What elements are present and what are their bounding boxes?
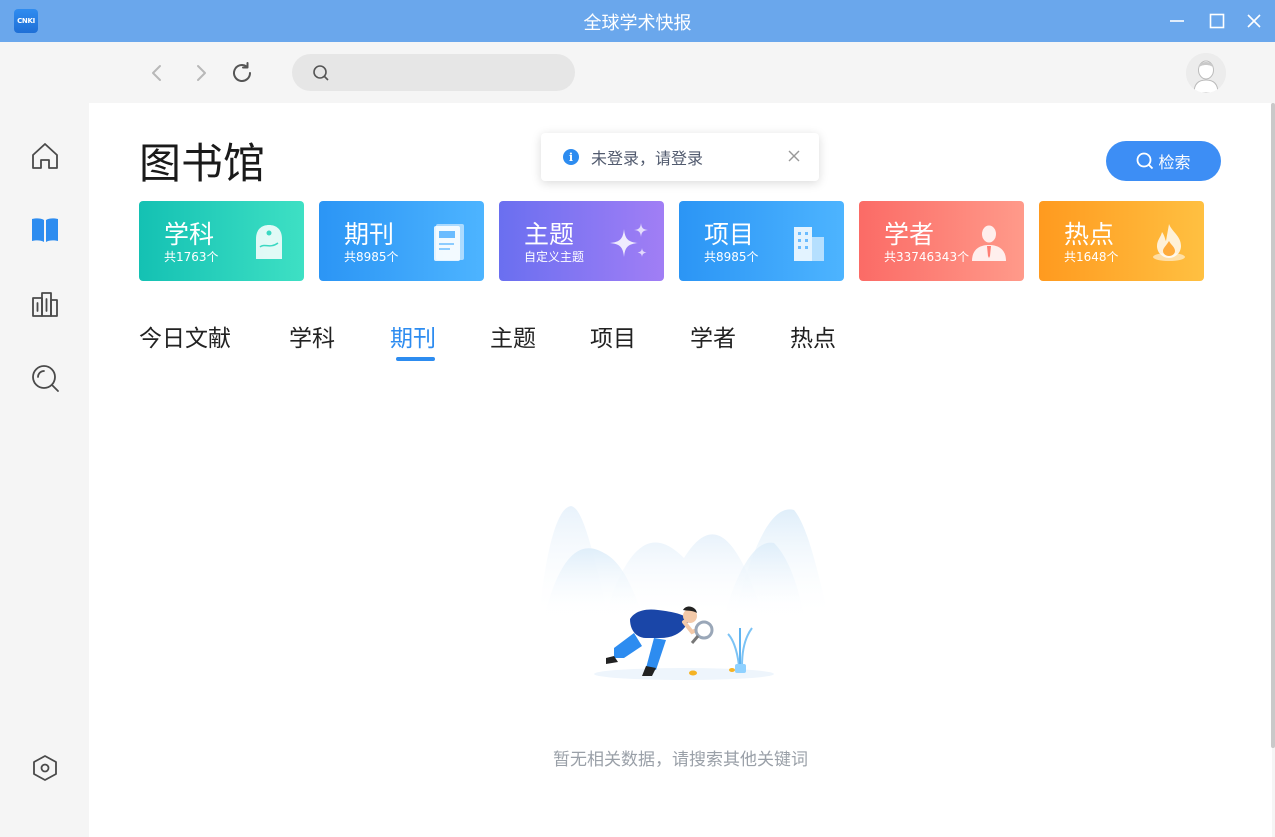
card-project[interactable]: 项目 共8985个 — [679, 201, 844, 281]
maximize-icon — [1209, 13, 1225, 29]
main-panel: 图书馆 i 未登录，请登录 检索 学科 共1763个 期刊 共8985个 主题 … — [89, 103, 1272, 837]
maximize-button[interactable] — [1204, 8, 1230, 34]
search-icon — [32, 365, 59, 392]
scholar-person-icon — [972, 225, 1006, 261]
card-journal[interactable]: 期刊 共8985个 — [319, 201, 484, 281]
card-count: 共33746343个 — [884, 250, 970, 264]
card-count: 共8985个 — [704, 250, 759, 264]
forward-button[interactable] — [188, 60, 214, 86]
login-toast: i 未登录，请登录 — [541, 133, 819, 181]
card-topic[interactable]: 主题 自定义主题 — [499, 201, 664, 281]
toast-message: 未登录，请登录 — [591, 149, 704, 168]
scrollbar[interactable] — [1271, 103, 1275, 748]
sparkle-icon — [610, 223, 648, 257]
toolbar — [0, 42, 1275, 103]
window-title: 全球学术快报 — [583, 13, 692, 34]
search-icon — [1137, 152, 1154, 170]
card-count: 共8985个 — [344, 250, 399, 264]
empty-state-message: 暂无相关数据，请搜索其他关键词 — [553, 750, 808, 770]
buildings-icon — [32, 292, 58, 317]
avatar[interactable] — [1186, 53, 1226, 93]
sidebar-item-home[interactable] — [28, 139, 62, 173]
empty-state-illustration — [539, 506, 829, 680]
flame-icon — [1153, 224, 1185, 261]
tab-subject[interactable]: 学科 — [289, 319, 335, 353]
sidebar — [0, 103, 89, 837]
home-icon — [32, 143, 58, 169]
card-title: 学者 — [884, 220, 935, 249]
tab-scholar[interactable]: 学者 — [690, 319, 736, 353]
sidebar-item-search[interactable] — [28, 361, 62, 395]
minimize-icon — [1170, 20, 1184, 22]
tab-today-literature[interactable]: 今日文献 — [139, 319, 231, 353]
card-subject[interactable]: 学科 共1763个 — [139, 201, 304, 281]
search-button-label: 检索 — [1158, 153, 1191, 172]
open-book-icon — [32, 218, 58, 242]
sidebar-item-buildings[interactable] — [28, 287, 62, 321]
info-icon: i — [563, 149, 579, 165]
chevron-right-icon — [197, 65, 206, 81]
active-tab-indicator — [396, 357, 435, 361]
card-count: 共1648个 — [1064, 250, 1119, 264]
card-title: 学科 — [164, 220, 215, 249]
card-count: 共1763个 — [164, 250, 219, 264]
search-box — [292, 54, 575, 91]
close-icon[interactable] — [787, 149, 801, 163]
card-title: 期刊 — [344, 220, 395, 249]
building-icon — [794, 227, 824, 261]
settings-hexagon-icon — [33, 755, 57, 781]
sidebar-item-settings[interactable] — [28, 751, 62, 785]
page-title: 图书馆 — [139, 139, 266, 188]
close-icon — [1247, 14, 1261, 28]
title-bar: CNKI 全球学术快报 — [0, 0, 1275, 42]
subject-tag-icon — [256, 225, 282, 259]
card-scholar[interactable]: 学者 共33746343个 — [859, 201, 1024, 281]
card-title: 项目 — [704, 220, 755, 249]
close-window-button[interactable] — [1241, 8, 1267, 34]
user-avatar-icon — [1186, 53, 1226, 93]
tab-hotspot[interactable]: 热点 — [790, 319, 836, 353]
journal-book-icon — [434, 224, 464, 261]
refresh-icon — [233, 62, 251, 82]
card-hotspot[interactable]: 热点 共1648个 — [1039, 201, 1204, 281]
back-button[interactable] — [144, 60, 170, 86]
search-input[interactable] — [338, 64, 558, 81]
chevron-left-icon — [152, 65, 161, 81]
card-title: 热点 — [1064, 220, 1115, 249]
card-title: 主题 — [524, 220, 575, 249]
search-icon — [313, 64, 329, 81]
minimize-button[interactable] — [1164, 8, 1190, 34]
tab-topic[interactable]: 主题 — [490, 319, 536, 353]
sidebar-item-library[interactable] — [28, 213, 62, 247]
tab-project[interactable]: 项目 — [590, 319, 636, 353]
search-button[interactable]: 检索 — [1106, 141, 1221, 181]
refresh-button[interactable] — [229, 60, 255, 86]
card-count: 自定义主题 — [524, 250, 585, 264]
tab-journal[interactable]: 期刊 — [390, 319, 436, 353]
